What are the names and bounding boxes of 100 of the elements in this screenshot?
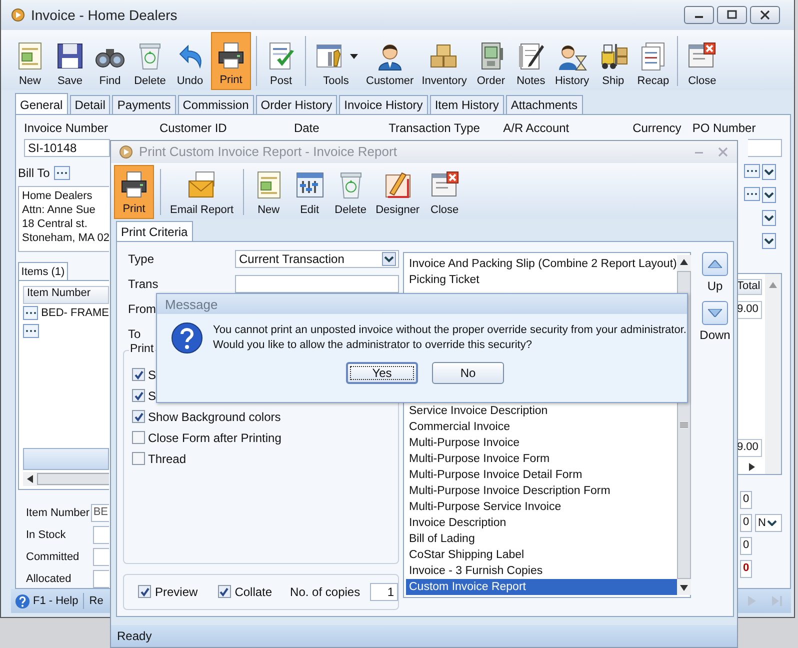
tab[interactable]: Commission <box>178 95 254 114</box>
move-up-button[interactable] <box>702 252 728 276</box>
list-item[interactable]: Picking Ticket <box>406 272 677 288</box>
type-dropdown[interactable]: Current Transaction <box>235 250 399 268</box>
scroll-thumb[interactable] <box>37 473 109 485</box>
tab[interactable]: General <box>15 93 68 114</box>
minimize-button[interactable] <box>684 6 714 24</box>
vertical-scrollbar[interactable] <box>765 274 781 474</box>
checkbox[interactable] <box>132 389 145 402</box>
scroll-down-icon <box>680 584 688 591</box>
po-number-field[interactable] <box>748 139 782 157</box>
dropdown-button[interactable] <box>762 210 776 226</box>
list-item[interactable]: Service Invoice Description <box>406 402 677 419</box>
list-item[interactable]: Invoice - 3 Furnish Copies <box>406 562 677 579</box>
close-icon <box>759 10 771 20</box>
ellipsis-icon <box>24 311 37 315</box>
input-field[interactable] <box>93 548 109 566</box>
close-button[interactable] <box>750 6 780 24</box>
toolbar-button[interactable]: Notes <box>512 32 550 90</box>
dropdown-button[interactable] <box>762 164 776 180</box>
tab[interactable]: Items (1) <box>18 262 68 280</box>
toolbar-button[interactable]: New <box>11 32 49 90</box>
tab[interactable]: Payments <box>112 95 176 114</box>
chevron-down-icon <box>764 192 774 198</box>
field-label: From <box>128 302 156 316</box>
toolbar-button[interactable]: Edit <box>290 164 329 219</box>
move-down-label: Down <box>700 328 730 342</box>
grip-icon <box>680 422 688 428</box>
toolbar-button[interactable]: Order <box>472 32 510 90</box>
input-field[interactable]: 0 <box>740 537 752 555</box>
input-field[interactable]: 0 <box>740 491 752 509</box>
tab[interactable]: Print Criteria <box>116 220 193 241</box>
checkbox[interactable] <box>132 368 145 382</box>
checkmark-icon <box>134 412 144 422</box>
move-down-button[interactable] <box>702 300 728 325</box>
list-item[interactable]: Invoice Description <box>406 514 677 531</box>
list-item[interactable]: Multi-Purpose Service Invoice <box>406 498 677 515</box>
horizontal-scrollbar[interactable] <box>23 472 109 486</box>
checkbox[interactable] <box>138 585 151 598</box>
toolbar-button[interactable]: Print <box>211 32 251 90</box>
toolbar-button[interactable]: Email Report <box>167 164 237 219</box>
toolbar-button[interactable]: Recap <box>634 32 672 90</box>
checkbox[interactable] <box>132 452 145 466</box>
list-item[interactable]: Custom Invoice Report <box>406 578 677 595</box>
toolbar-button[interactable]: Find <box>91 32 129 90</box>
toolbar-button[interactable]: Designer <box>372 164 423 219</box>
toolbar-button[interactable]: Delete <box>332 164 370 219</box>
list-item[interactable]: Multi-Purpose Invoice Description Form <box>406 482 677 499</box>
list-item[interactable]: Multi-Purpose Invoice Detail Form <box>406 466 677 483</box>
ellipsis-button[interactable] <box>744 164 760 178</box>
list-item[interactable]: CoStar Shipping Label <box>406 546 677 563</box>
checkbox[interactable] <box>132 431 145 444</box>
checkbox[interactable] <box>132 410 145 424</box>
toolbar-button[interactable]: History <box>552 32 592 90</box>
tab[interactable]: Invoice History <box>339 95 428 114</box>
toolbar-button[interactable]: Close <box>683 32 722 90</box>
list-item[interactable]: Invoice And Packing Slip (Combine 2 Report Layout) <box>406 256 677 272</box>
input-field[interactable]: BE <box>91 504 109 522</box>
input-field[interactable]: 0 <box>740 514 752 532</box>
invoice-number-field[interactable]: SI-10148 <box>24 139 110 157</box>
toolbar-button[interactable]: Ship <box>594 32 632 90</box>
list-item[interactable]: Multi-Purpose Invoice <box>406 434 677 451</box>
tab[interactable]: Detail <box>70 95 110 114</box>
toolbar-button[interactable]: Post <box>262 32 300 90</box>
maximize-button[interactable] <box>717 6 747 24</box>
tab[interactable]: Item History <box>430 95 504 114</box>
dropdown-button[interactable] <box>762 233 776 249</box>
toolbar-button[interactable]: Customer <box>363 32 417 90</box>
message-text: You cannot print an unposted invoice without the proper override security from your administrator. Would you like to allow the administrator to override this security? <box>213 323 686 353</box>
copies-field[interactable]: 1 <box>370 582 398 601</box>
ellipsis-button[interactable] <box>54 166 70 180</box>
toolbar-button[interactable]: Delete <box>131 32 169 90</box>
tab[interactable]: Order History <box>256 95 338 114</box>
toolbar-button[interactable]: Save <box>51 32 89 90</box>
toolbar-button[interactable]: Inventory <box>418 32 470 90</box>
ellipsis-button[interactable] <box>23 324 39 338</box>
dropdown-button[interactable] <box>762 187 776 203</box>
checkbox-label: S <box>148 368 156 382</box>
dropdown-field[interactable]: N <box>755 514 782 532</box>
checkbox[interactable] <box>218 585 231 598</box>
list-item[interactable]: Bill of Lading <box>406 530 677 547</box>
list-item[interactable]: Multi-Purpose Invoice Form <box>406 450 677 467</box>
input-field[interactable] <box>235 274 399 293</box>
ellipsis-button[interactable] <box>23 306 38 320</box>
input-field[interactable]: 0 <box>740 560 752 578</box>
toolbar-button[interactable]: Undo <box>171 32 209 90</box>
address-field[interactable]: Home Dealers Attn: Anne Sue 18 Central st. Stoneham, MA 02 <box>18 186 109 252</box>
checkmark-icon <box>219 586 230 597</box>
ellipsis-button[interactable] <box>744 187 760 201</box>
toolbar-button[interactable]: Print <box>114 164 154 219</box>
input-field[interactable] <box>93 570 109 588</box>
dialog-button[interactable]: No <box>432 362 504 384</box>
input-field[interactable] <box>93 526 109 544</box>
toolbar-button[interactable]: Close <box>426 164 464 219</box>
toolbar-button[interactable]: New <box>250 164 288 219</box>
dialog-button[interactable]: Yes <box>346 362 418 384</box>
list-item[interactable]: Commercial Invoice <box>406 418 677 435</box>
toolbar-button[interactable]: Tools <box>311 32 361 90</box>
scroll-right-icon[interactable] <box>749 463 755 471</box>
tab[interactable]: Attachments <box>506 95 583 114</box>
